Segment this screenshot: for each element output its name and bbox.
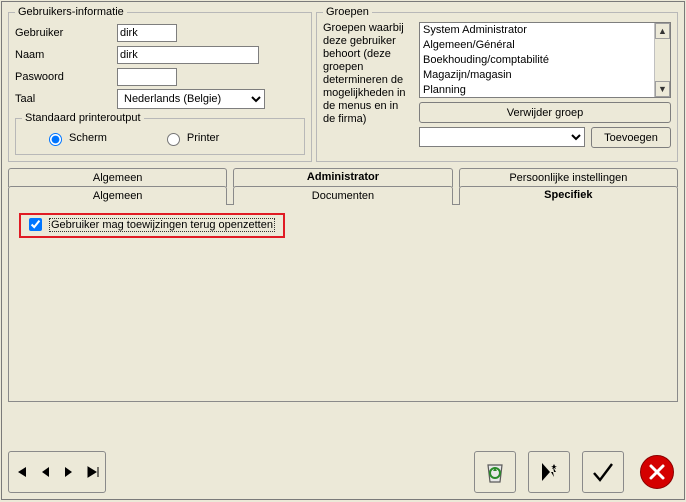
record-navigator — [8, 451, 106, 493]
scroll-down-icon[interactable]: ▼ — [655, 81, 670, 97]
user-info-group: Gebruikers-informatie Gebruiker Naam Pas… — [8, 6, 312, 162]
subtab-documenten[interactable]: Documenten — [233, 186, 452, 205]
printer-output-group: Standaard printeroutput Scherm Printer — [15, 112, 305, 155]
nav-first-button[interactable] — [11, 456, 31, 488]
recycle-button[interactable] — [474, 451, 516, 493]
groups-group: Groepen Groepen waarbij deze gebruiker b… — [316, 6, 678, 162]
subtab-algemeen[interactable]: Algemeen — [8, 186, 227, 205]
tab-algemeen[interactable]: Algemeen — [8, 168, 227, 187]
list-item[interactable]: Algemeen/Général — [420, 38, 670, 53]
nav-last-button[interactable] — [83, 456, 103, 488]
radio-screen-label: Scherm — [69, 132, 107, 144]
scroll-up-icon[interactable]: ▲ — [655, 23, 670, 39]
name-input[interactable] — [117, 46, 259, 64]
subtab-specifiek[interactable]: Specifiek — [459, 186, 678, 205]
nav-next-button[interactable] — [59, 456, 79, 488]
list-item[interactable]: Boekhouding/comptabilité — [420, 53, 670, 68]
list-item[interactable]: Planning — [420, 83, 670, 98]
add-group-button[interactable]: Toevoegen — [591, 127, 671, 148]
tab-persoonlijke-instellingen[interactable]: Persoonlijke instellingen — [459, 168, 678, 187]
user-info-legend: Gebruikers-informatie — [15, 6, 127, 18]
label-user: Gebruiker — [15, 27, 117, 39]
list-item[interactable]: System Administrator — [420, 23, 670, 38]
new-record-icon — [536, 459, 562, 485]
close-button[interactable] — [636, 451, 678, 493]
password-input[interactable] — [117, 68, 177, 86]
radio-printer-input[interactable] — [167, 133, 180, 146]
nav-prev-button[interactable] — [35, 456, 55, 488]
radio-screen[interactable]: Scherm — [44, 130, 107, 146]
tab-panel-specifiek: Gebruiker mag toewijzingen terug openzet… — [8, 204, 678, 402]
radio-printer-label: Printer — [187, 132, 219, 144]
ok-button[interactable] — [582, 451, 624, 493]
remove-group-button[interactable]: Verwijder groep — [419, 102, 671, 123]
scrollbar[interactable]: ▲ ▼ — [654, 23, 670, 97]
user-input[interactable] — [117, 24, 177, 42]
highlight-box: Gebruiker mag toewijzingen terug openzet… — [19, 213, 285, 238]
check-icon — [590, 459, 616, 485]
checkbox-toewijzingen-label: Gebruiker mag toewijzingen terug openzet… — [49, 218, 275, 232]
label-password: Paswoord — [15, 71, 117, 83]
groups-listbox[interactable]: System Administrator Algemeen/Général Bo… — [419, 22, 671, 98]
radio-printer[interactable]: Printer — [162, 130, 219, 146]
checkbox-toewijzingen-input[interactable] — [29, 218, 42, 231]
checkbox-toewijzingen[interactable]: Gebruiker mag toewijzingen terug openzet… — [25, 215, 275, 234]
tab-administrator[interactable]: Administrator — [233, 168, 452, 187]
recycle-icon — [482, 459, 508, 485]
close-icon — [640, 455, 674, 489]
list-item[interactable]: Magazijn/magasin — [420, 68, 670, 83]
label-language: Taal — [15, 93, 117, 105]
language-select[interactable]: Nederlands (Belgie) — [117, 89, 265, 109]
label-name: Naam — [15, 49, 117, 61]
groups-description: Groepen waarbij deze gebruiker behoort (… — [323, 22, 413, 148]
add-group-select[interactable] — [419, 127, 585, 147]
new-record-button[interactable] — [528, 451, 570, 493]
groups-legend: Groepen — [323, 6, 372, 18]
printer-output-legend: Standaard printeroutput — [22, 112, 144, 124]
radio-screen-input[interactable] — [49, 133, 62, 146]
